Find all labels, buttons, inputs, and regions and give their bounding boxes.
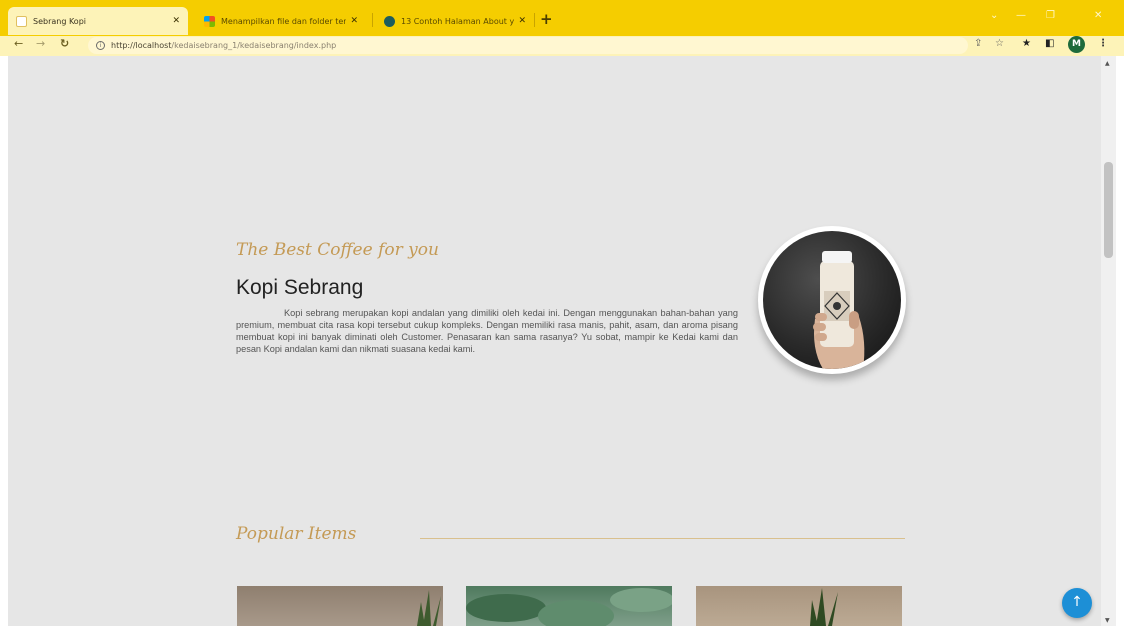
close-tab-icon[interactable]: ✕ [350,16,358,26]
popular-items-title: Popular Items [236,524,357,544]
maximize-icon[interactable]: ❐ [1046,10,1055,21]
tab-search-icon[interactable]: ⌄ [990,10,998,21]
site-info-icon[interactable]: i [96,41,105,50]
side-panel-icon[interactable]: ◧ [1045,38,1054,49]
coffee-bottle-image [763,231,901,369]
about-title: Kopi Sebrang [236,276,364,299]
reload-icon[interactable]: ↻ [60,37,69,50]
popular-item-card[interactable] [696,586,902,626]
new-tab-button[interactable]: + [540,10,553,28]
plant-image [810,588,838,626]
tab-menampilkan-file[interactable]: Menampilkan file dan folder ters ✕ [196,7,366,35]
page-viewport: The Best Coffee for you Kopi Sebrang Kop… [8,56,1101,626]
extensions-icon[interactable]: ★ [1022,38,1031,49]
forward-arrow-icon[interactable]: → [36,37,45,50]
tab-separator [372,13,373,27]
section-divider [420,538,905,539]
popular-item-card[interactable] [237,586,443,626]
tab-separator [534,13,535,27]
coffee-bottle-illustration [813,251,865,369]
about-description: Kopi sebrang merupakan kopi andalan yang… [236,308,738,354]
minimize-icon[interactable]: — [1016,10,1026,21]
back-arrow-icon[interactable]: ← [14,37,23,50]
tab-title: Menampilkan file dan folder ters [221,16,347,26]
address-bar[interactable]: i http://localhost/kedaisebrang_1/kedais… [88,37,968,54]
site-icon [384,15,395,27]
tab-title: 13 Contoh Halaman About yang [401,16,515,26]
close-tab-icon[interactable]: ✕ [518,16,526,26]
scroll-down-arrow-icon[interactable]: ▼ [1105,617,1110,624]
microsoft-icon [204,15,215,27]
tab-contoh-halaman[interactable]: 13 Contoh Halaman About yang ✕ [376,7,534,35]
close-tab-icon[interactable]: ✕ [172,16,180,26]
tab-title: Sebrang Kopi [33,16,87,26]
close-window-icon[interactable]: ✕ [1094,10,1102,21]
plant-image [466,588,672,626]
scrollbar-thumb[interactable] [1104,162,1113,258]
back-to-top-button[interactable]: ↑ [1062,588,1092,618]
plant-image [417,590,441,626]
page-scrollbar[interactable] [1101,56,1116,626]
page-icon [16,15,27,27]
profile-avatar[interactable]: M [1068,36,1085,53]
menu-kebab-icon[interactable]: ⋮ [1098,38,1108,49]
about-tagline: The Best Coffee for you [236,240,439,260]
url-text: http://localhost/kedaisebrang_1/kedaiseb… [111,41,337,50]
scroll-up-arrow-icon[interactable]: ▲ [1105,60,1110,67]
popular-item-card[interactable] [466,586,672,626]
product-image-frame [758,226,906,374]
tab-sebrang-kopi[interactable]: Sebrang Kopi ✕ [8,7,188,35]
share-icon[interactable]: ⇪ [974,38,982,49]
bookmark-star-icon[interactable]: ☆ [995,38,1004,49]
